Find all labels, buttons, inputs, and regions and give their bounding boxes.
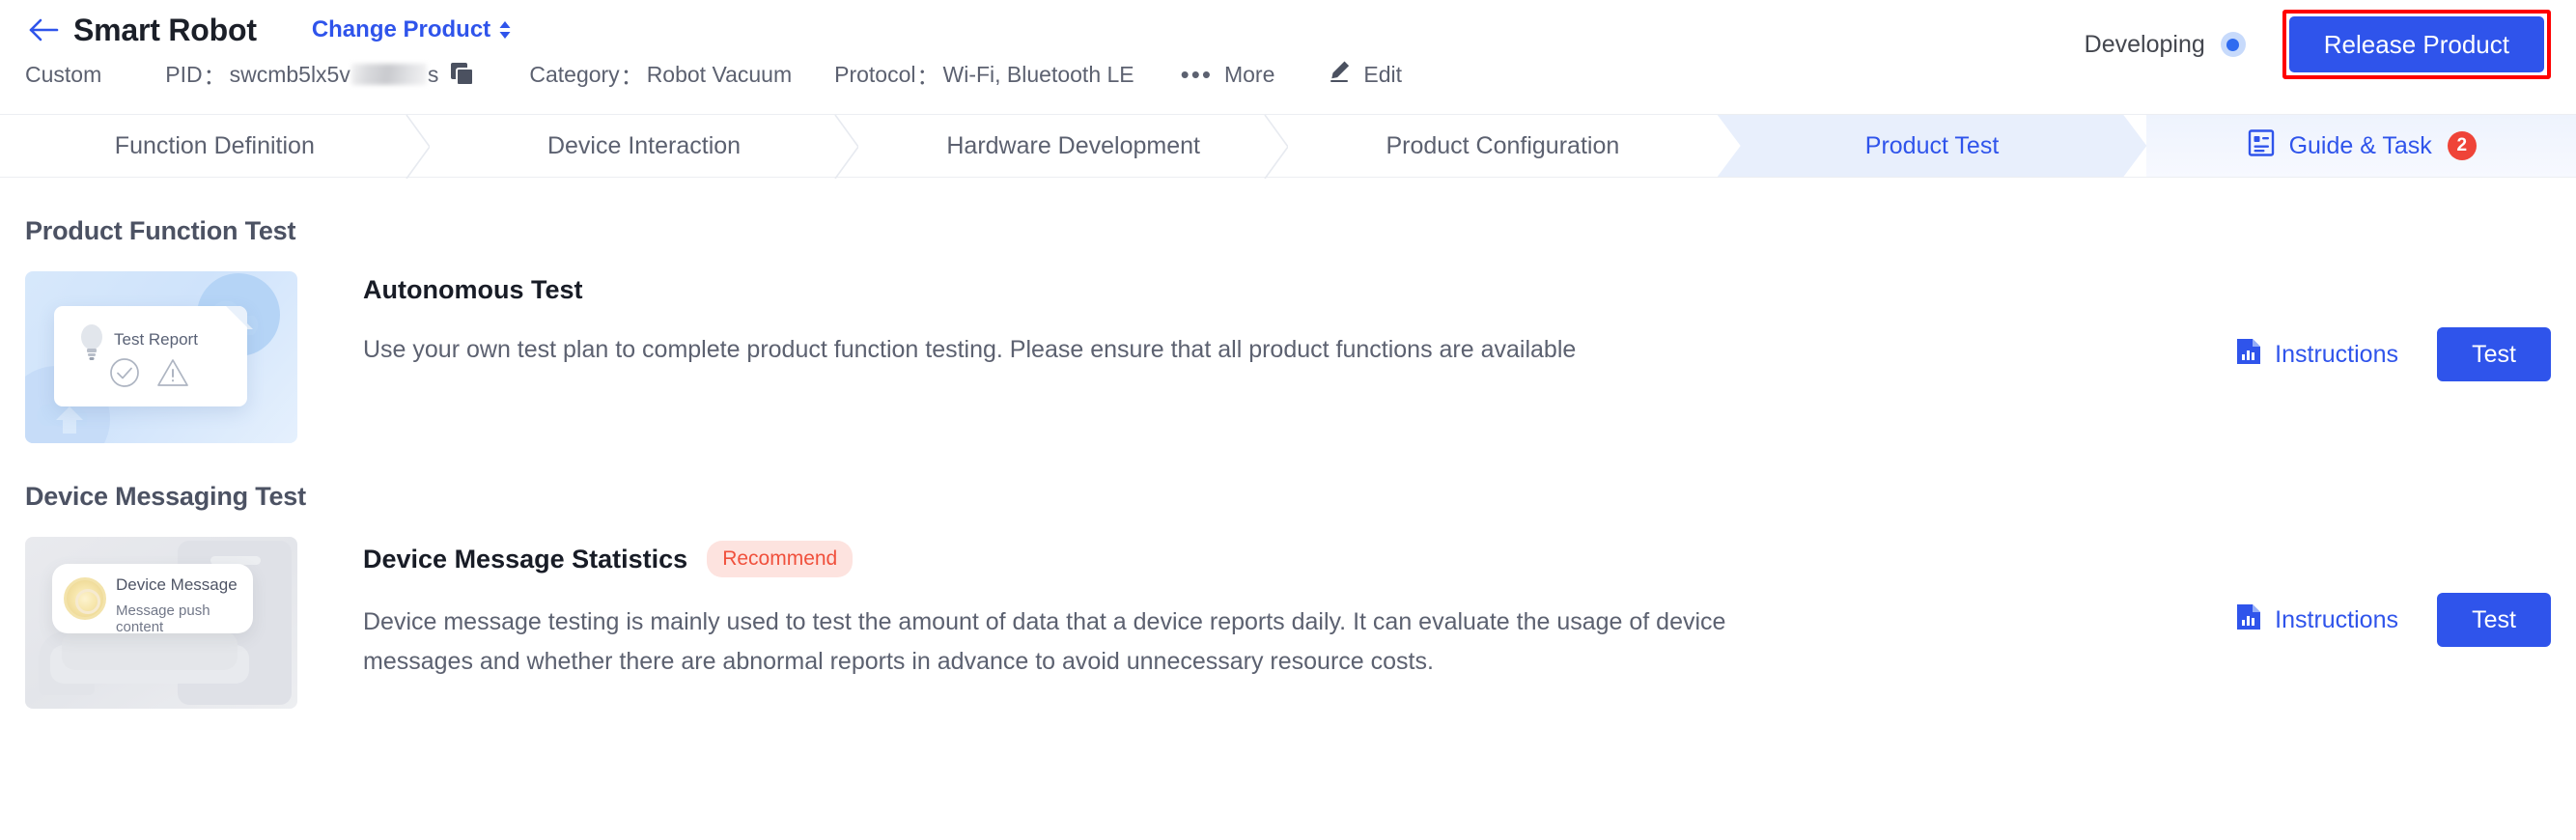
- category-field: Category ： Robot Vacuum: [529, 58, 792, 91]
- instructions-label: Instructions: [2275, 340, 2398, 368]
- instructions-link[interactable]: Instructions: [2236, 603, 2398, 637]
- status-badge: Developing: [2084, 30, 2205, 58]
- tab-label: Device Interaction: [546, 131, 742, 159]
- card-device-message-statistics: Device Message Message push content Devi…: [25, 537, 2551, 709]
- tab-function-definition[interactable]: Function Definition: [0, 114, 431, 180]
- section-title-product-function-test: Product Function Test: [25, 216, 296, 245]
- tab-guide-and-task[interactable]: Guide & Task 2: [2146, 115, 2576, 177]
- card-title: Device Message Statistics: [363, 544, 688, 574]
- header-actions: Developing Release Product: [2085, 10, 2551, 79]
- message-bubble: Device Message Message push content: [52, 564, 253, 635]
- category-label: Category: [529, 61, 620, 87]
- card-autonomous-test: Test Report Autonomous Test Use your own…: [25, 271, 2551, 443]
- more-button[interactable]: ••• More: [1181, 62, 1275, 88]
- tab-label: Guide & Task: [2288, 131, 2432, 159]
- pid-value: swcmb5lx5v: [229, 61, 350, 87]
- document-chart-icon: [2236, 338, 2261, 372]
- page-fold-corner: [226, 306, 247, 327]
- tab-label: Product Test: [1864, 131, 2000, 159]
- tab-separator-icon: [834, 114, 860, 180]
- status-dot-icon: [2219, 30, 2248, 59]
- pid-label: PID: [165, 61, 203, 87]
- copy-icon[interactable]: [450, 62, 475, 87]
- pid-redacted-region: [350, 64, 427, 85]
- back-arrow-icon[interactable]: [25, 12, 62, 48]
- protocol-field: Protocol ： Wi-Fi, Bluetooth LE: [834, 58, 1134, 91]
- thumbnail-subtitle: Message push content: [116, 602, 210, 635]
- pid-colon: ：: [203, 64, 226, 89]
- product-test-page: Smart Robot Change Product Custom PID ： …: [0, 0, 2576, 840]
- check-circle-icon: [110, 358, 139, 387]
- ellipsis-icon: •••: [1180, 60, 1213, 89]
- thumbnail-title: Test Report: [114, 330, 198, 349]
- workflow-tabs: Function Definition Device Interaction H…: [0, 114, 2576, 180]
- pid-field: PID ： swcmb5lx5v s: [165, 58, 475, 91]
- tab-product-test[interactable]: Product Test: [1718, 115, 2147, 177]
- tab-label: Product Configuration: [1386, 131, 1620, 159]
- page-header: Smart Robot Change Product Custom PID ： …: [0, 0, 2576, 97]
- guide-task-badge: 2: [2447, 131, 2477, 160]
- warning-triangle-icon: [157, 359, 188, 386]
- category-colon: ：: [620, 64, 643, 89]
- recommend-badge: Recommend: [707, 541, 854, 577]
- release-product-button[interactable]: Release Product: [2288, 16, 2544, 72]
- thumbnail-title: Device Message: [116, 575, 238, 594]
- change-product-label: Change Product: [311, 16, 491, 42]
- card-actions: Instructions Test: [2236, 327, 2551, 381]
- page-title: Smart Robot: [73, 12, 257, 47]
- card-title-row: Device Message Statistics Recommend: [363, 541, 1792, 577]
- tab-hardware-development[interactable]: Hardware Development: [858, 114, 1290, 180]
- up-down-caret-icon: [498, 20, 512, 40]
- change-product-button[interactable]: Change Product: [312, 16, 512, 43]
- more-label: More: [1223, 61, 1275, 87]
- message-stack-mid: [62, 631, 238, 670]
- tab-separator-icon: [406, 114, 431, 180]
- protocol-colon: ：: [916, 64, 939, 89]
- guide-doc-icon: [2247, 128, 2276, 164]
- app-badge-icon: [64, 577, 106, 620]
- card-title-row: Autonomous Test: [363, 275, 1792, 305]
- test-button[interactable]: Test: [2437, 593, 2551, 647]
- tab-device-interaction[interactable]: Device Interaction: [429, 114, 860, 180]
- test-report-thumbnail: Test Report: [25, 271, 297, 443]
- tab-product-configuration[interactable]: Product Configuration: [1288, 115, 1718, 177]
- card-content: Device Message Statistics Recommend Devi…: [363, 537, 1792, 681]
- lightbulb-icon: [81, 324, 102, 360]
- card-actions: Instructions Test: [2236, 593, 2551, 647]
- card-content: Autonomous Test Use your own test plan t…: [363, 271, 1792, 370]
- section-title-device-messaging-test: Device Messaging Test: [25, 482, 306, 511]
- report-card: Test Report: [54, 306, 247, 406]
- card-description: Use your own test plan to complete produ…: [363, 336, 1577, 363]
- instructions-label: Instructions: [2275, 605, 2398, 633]
- document-chart-icon: [2236, 603, 2261, 637]
- tab-label: Hardware Development: [946, 131, 1200, 159]
- protocol-value: Wi-Fi, Bluetooth LE: [942, 61, 1134, 87]
- pencil-icon: [1327, 59, 1352, 90]
- page-content: Product Function Test Test Report Autono…: [0, 216, 2576, 709]
- card-description: Device message testing is mainly used to…: [363, 608, 1726, 675]
- device-message-thumbnail: Device Message Message push content: [25, 537, 297, 709]
- pid-value-suffix: s: [427, 61, 439, 87]
- custom-label: Custom: [25, 61, 102, 87]
- test-button[interactable]: Test: [2437, 327, 2551, 381]
- card-title: Autonomous Test: [363, 275, 583, 304]
- protocol-label: Protocol: [834, 61, 916, 87]
- instructions-link[interactable]: Instructions: [2236, 338, 2398, 372]
- tab-label: Function Definition: [114, 131, 315, 159]
- tab-separator-icon: [1264, 114, 1290, 180]
- release-product-highlight: Release Product: [2282, 10, 2551, 79]
- category-value: Robot Vacuum: [646, 61, 793, 87]
- edit-button[interactable]: Edit: [1327, 59, 1402, 90]
- edit-label: Edit: [1363, 61, 1402, 87]
